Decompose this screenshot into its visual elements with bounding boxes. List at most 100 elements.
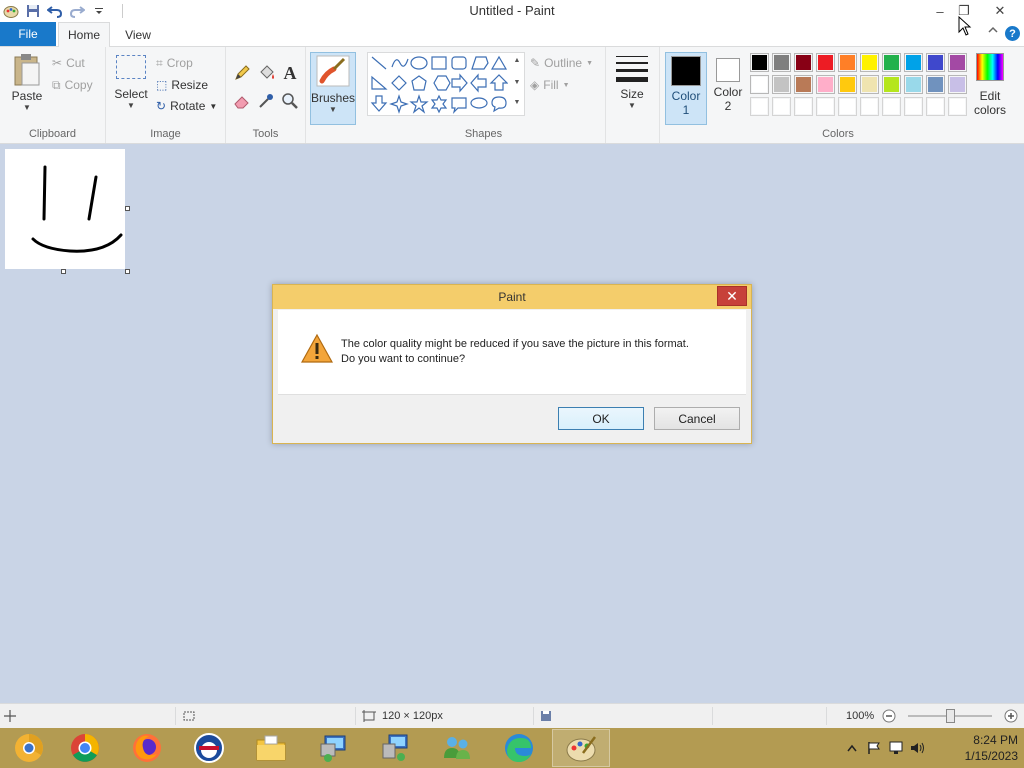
palette-swatch-fill xyxy=(840,99,855,114)
palette-swatch[interactable] xyxy=(904,97,923,116)
zoom-slider-thumb[interactable] xyxy=(945,709,955,723)
chrome-canary-icon[interactable] xyxy=(0,729,58,767)
color1-button[interactable]: Color 1 xyxy=(665,52,707,125)
select-button[interactable]: Select ▼ xyxy=(112,55,150,110)
palette-swatch[interactable] xyxy=(816,75,835,94)
clipboard-group-label: Clipboard xyxy=(28,128,77,140)
title-bar: Untitled - Paint – ❐ ✕ xyxy=(0,0,1024,22)
palette-swatch[interactable] xyxy=(948,53,967,72)
cut-button[interactable]: ✂ Cut xyxy=(52,54,85,72)
palette-swatch[interactable] xyxy=(882,97,901,116)
color-picker-icon[interactable] xyxy=(256,91,276,111)
palette-swatch[interactable] xyxy=(816,53,835,72)
dialog-close-button[interactable]: ✕ xyxy=(717,286,747,306)
close-button[interactable]: ✕ xyxy=(986,0,1014,22)
crop-button[interactable]: ⌗ Crop xyxy=(156,54,193,72)
size-button[interactable]: Size ▼ xyxy=(614,53,650,110)
edge-icon[interactable] xyxy=(490,729,548,767)
palette-swatch[interactable] xyxy=(838,97,857,116)
resize-handle-right[interactable] xyxy=(125,206,130,211)
ok-button[interactable]: OK xyxy=(558,407,644,430)
volume-icon[interactable] xyxy=(910,740,926,756)
palette-swatch[interactable] xyxy=(904,53,923,72)
shapes-scroll-up-icon[interactable]: ▲ xyxy=(510,57,524,64)
color2-button[interactable]: Color 2 xyxy=(708,52,748,125)
image-size-segment: 120 × 120px xyxy=(362,704,443,728)
palette-swatch[interactable] xyxy=(926,97,945,116)
cancel-button[interactable]: Cancel xyxy=(654,407,740,430)
palette-swatch[interactable] xyxy=(926,53,945,72)
network-icon[interactable] xyxy=(366,729,424,767)
tab-view[interactable]: View xyxy=(116,22,160,47)
palette-swatch[interactable] xyxy=(860,75,879,94)
copy-button[interactable]: ⧉ Copy xyxy=(52,76,93,94)
resize-button[interactable]: ⬚ Resize xyxy=(156,76,208,94)
remote-desktop-icon[interactable] xyxy=(304,729,362,767)
network-tray-icon[interactable] xyxy=(888,740,904,756)
system-tray: 8:24 PM 1/15/2023 xyxy=(824,728,1024,768)
pencil-icon[interactable] xyxy=(232,63,252,83)
opera-icon[interactable] xyxy=(180,729,238,767)
palette-swatch[interactable] xyxy=(772,75,791,94)
palette-swatch[interactable] xyxy=(772,97,791,116)
palette-swatch[interactable] xyxy=(772,53,791,72)
palette-swatch[interactable] xyxy=(794,75,813,94)
help-icon[interactable]: ? xyxy=(1005,26,1020,41)
palette-swatch[interactable] xyxy=(794,53,813,72)
taskbar-clock[interactable]: 8:24 PM 1/15/2023 xyxy=(965,732,1018,764)
palette-swatch[interactable] xyxy=(750,75,769,94)
eraser-icon[interactable] xyxy=(232,91,252,111)
resize-handle-corner[interactable] xyxy=(125,269,130,274)
file-explorer-icon[interactable] xyxy=(242,729,300,767)
outline-button[interactable]: ✎ Outline ▼ xyxy=(530,54,593,72)
palette-swatch-fill xyxy=(752,99,767,114)
line-size-icon xyxy=(616,56,648,82)
action-center-flag-icon[interactable] xyxy=(866,740,882,756)
rotate-button[interactable]: ↻ Rotate ▼ xyxy=(156,97,217,115)
magnifier-icon[interactable] xyxy=(280,91,300,111)
palette-swatch[interactable] xyxy=(794,97,813,116)
palette-swatch-fill xyxy=(774,99,789,114)
palette-swatch[interactable] xyxy=(948,75,967,94)
palette-swatch[interactable] xyxy=(838,75,857,94)
clock-time: 8:24 PM xyxy=(973,733,1018,747)
edit-colors-label: Edit colors xyxy=(974,89,1006,117)
tab-file[interactable]: File xyxy=(0,22,56,46)
palette-swatch[interactable] xyxy=(750,53,769,72)
tab-home[interactable]: Home xyxy=(58,22,110,47)
palette-swatch[interactable] xyxy=(882,75,901,94)
palette-swatch[interactable] xyxy=(904,75,923,94)
palette-swatch[interactable] xyxy=(860,53,879,72)
brushes-button[interactable]: Brushes ▼ xyxy=(310,52,356,125)
shapes-scroll-down-icon[interactable]: ▼ xyxy=(510,79,524,86)
minimize-ribbon-icon[interactable] xyxy=(988,26,998,37)
fill-icon[interactable] xyxy=(256,63,276,83)
text-icon[interactable]: A xyxy=(280,63,300,83)
zoom-out-button[interactable] xyxy=(882,704,896,728)
fill-button[interactable]: ◈ Fill ▼ xyxy=(530,76,570,94)
paint-icon[interactable] xyxy=(552,729,610,767)
chrome-icon[interactable] xyxy=(56,729,114,767)
palette-swatch[interactable] xyxy=(838,53,857,72)
firefox-icon[interactable] xyxy=(118,729,176,767)
edit-colors-button[interactable]: Edit colors xyxy=(970,53,1010,117)
drawing-canvas[interactable] xyxy=(5,149,125,269)
oval-callout-shape-icon xyxy=(470,97,488,109)
shapes-expand-icon[interactable]: ▼ xyxy=(510,99,524,106)
resize-handle-bottom[interactable] xyxy=(61,269,66,274)
palette-swatch-fill xyxy=(818,99,833,114)
resize-label: Resize xyxy=(171,78,209,92)
palette-swatch[interactable] xyxy=(750,97,769,116)
users-icon[interactable] xyxy=(428,729,486,767)
zoom-in-button[interactable] xyxy=(1004,704,1018,728)
ribbon-tab-row: File Home View ? xyxy=(0,22,1024,47)
palette-swatch-fill xyxy=(796,77,811,92)
palette-swatch[interactable] xyxy=(882,53,901,72)
palette-swatch[interactable] xyxy=(816,97,835,116)
show-hidden-icons-icon[interactable] xyxy=(844,740,860,756)
color2-label-line1: Color xyxy=(713,85,743,99)
palette-swatch[interactable] xyxy=(948,97,967,116)
palette-swatch[interactable] xyxy=(860,97,879,116)
palette-swatch[interactable] xyxy=(926,75,945,94)
paste-button[interactable]: Paste ▼ xyxy=(8,53,46,112)
